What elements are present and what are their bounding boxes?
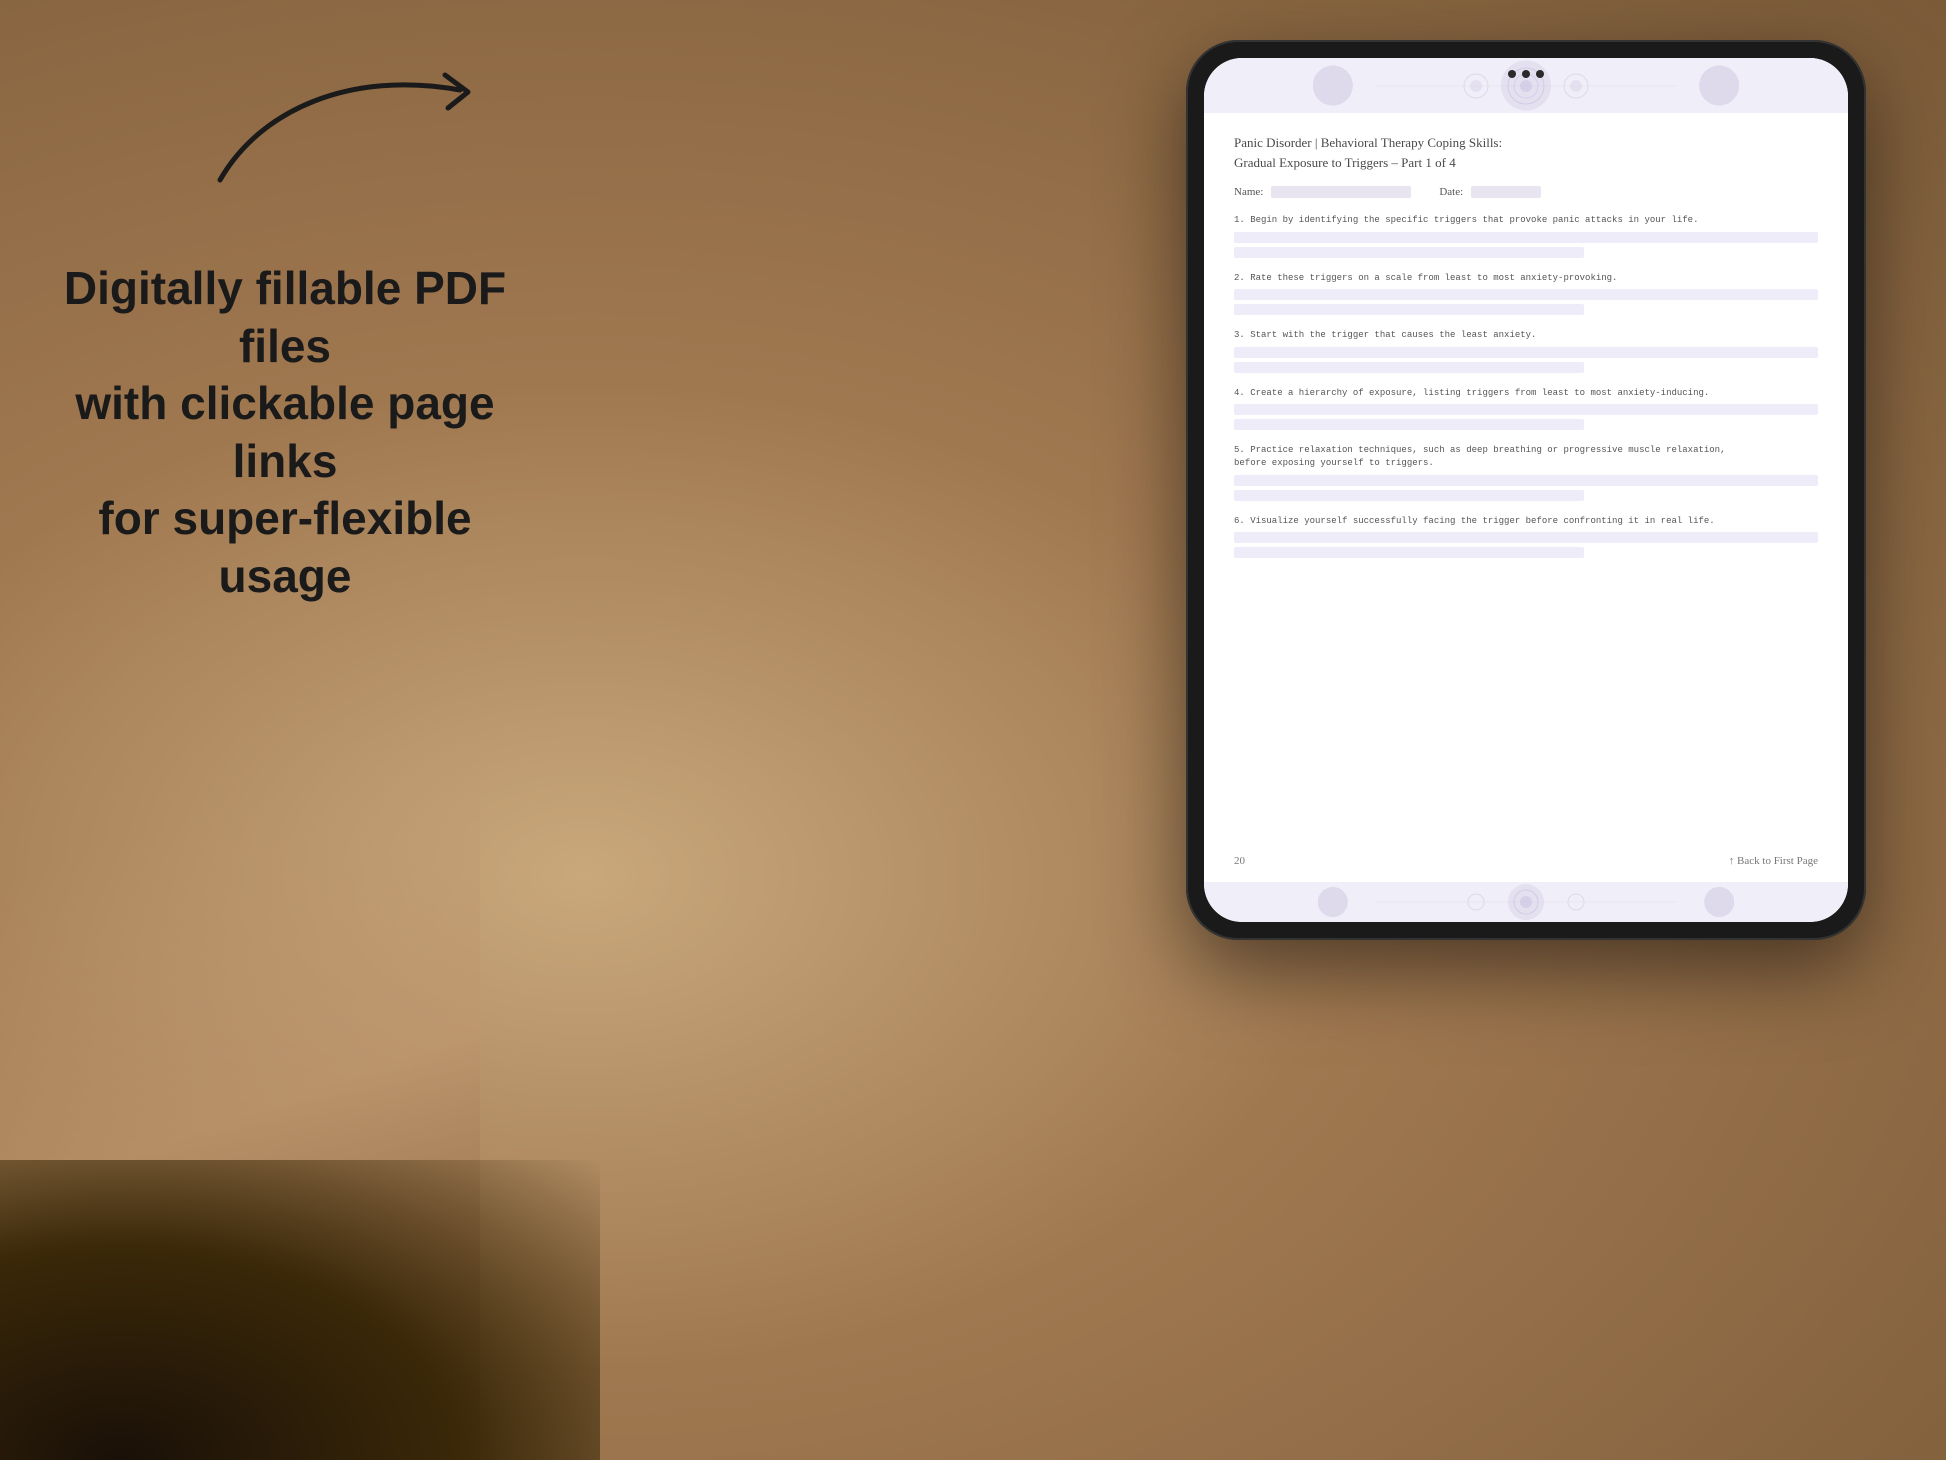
camera-dot-2 [1522,70,1530,78]
input-area-5 [1234,475,1818,501]
name-date-row: Name: Date: [1234,186,1818,198]
input-line[interactable] [1234,419,1584,430]
camera-dot-1 [1508,70,1516,78]
input-area-4 [1234,404,1818,430]
input-line[interactable] [1234,547,1584,558]
input-line[interactable] [1234,490,1584,501]
tablet-screen: Panic Disorder | Behavioral Therapy Copi… [1204,58,1848,922]
input-line[interactable] [1234,404,1818,415]
tablet-frame: Panic Disorder | Behavioral Therapy Copi… [1186,40,1866,940]
instruction-text-2: 2. Rate these triggers on a scale from l… [1234,272,1818,285]
input-line[interactable] [1234,232,1818,243]
tablet-device: Panic Disorder | Behavioral Therapy Copi… [1186,40,1866,940]
date-label: Date: [1439,186,1463,198]
date-field[interactable] [1471,186,1541,198]
back-to-first-page-link[interactable]: ↑ Back to First Page [1729,855,1818,867]
instruction-text-3: 3. Start with the trigger that causes th… [1234,329,1818,342]
input-line[interactable] [1234,362,1584,373]
instruction-item-4: 4. Create a hierarchy of exposure, listi… [1234,387,1818,431]
input-line[interactable] [1234,289,1818,300]
promo-text: Digitally fillable PDF files with clicka… [60,260,510,605]
input-line[interactable] [1234,532,1818,543]
instruction-text-5: 5. Practice relaxation techniques, such … [1234,444,1818,469]
promo-text-area: Digitally fillable PDF files with clicka… [60,140,510,605]
footer-mandala [1376,887,1676,917]
instructions-list: 1. Begin by identifying the specific tri… [1234,214,1818,558]
input-line[interactable] [1234,347,1818,358]
input-line[interactable] [1234,247,1584,258]
pdf-content: Panic Disorder | Behavioral Therapy Copi… [1204,113,1848,847]
input-area-1 [1234,232,1818,258]
instruction-text-1: 1. Begin by identifying the specific tri… [1234,214,1818,227]
instruction-item-6: 6. Visualize yourself successfully facin… [1234,515,1818,559]
input-line[interactable] [1234,304,1584,315]
input-area-6 [1234,532,1818,558]
input-area-3 [1234,347,1818,373]
name-label: Name: [1234,186,1263,198]
instruction-text-4: 4. Create a hierarchy of exposure, listi… [1234,387,1818,400]
pdf-title: Panic Disorder | Behavioral Therapy Copi… [1234,133,1818,172]
input-area-2 [1234,289,1818,315]
name-field[interactable] [1271,186,1411,198]
instruction-item-3: 3. Start with the trigger that causes th… [1234,329,1818,373]
instruction-item-2: 2. Rate these triggers on a scale from l… [1234,272,1818,316]
input-line[interactable] [1234,475,1818,486]
pdf-footer-decoration [1204,882,1848,922]
instruction-text-6: 6. Visualize yourself successfully facin… [1234,515,1818,528]
tablet-camera-bar [1508,70,1544,78]
instruction-item-1: 1. Begin by identifying the specific tri… [1234,214,1818,258]
pdf-header-decoration [1204,58,1848,113]
pdf-footer: 20 ↑ Back to First Page [1204,847,1848,882]
camera-dot-3 [1536,70,1544,78]
page-number: 20 [1234,855,1245,867]
instruction-item-5: 5. Practice relaxation techniques, such … [1234,444,1818,500]
pdf-page: Panic Disorder | Behavioral Therapy Copi… [1204,58,1848,922]
